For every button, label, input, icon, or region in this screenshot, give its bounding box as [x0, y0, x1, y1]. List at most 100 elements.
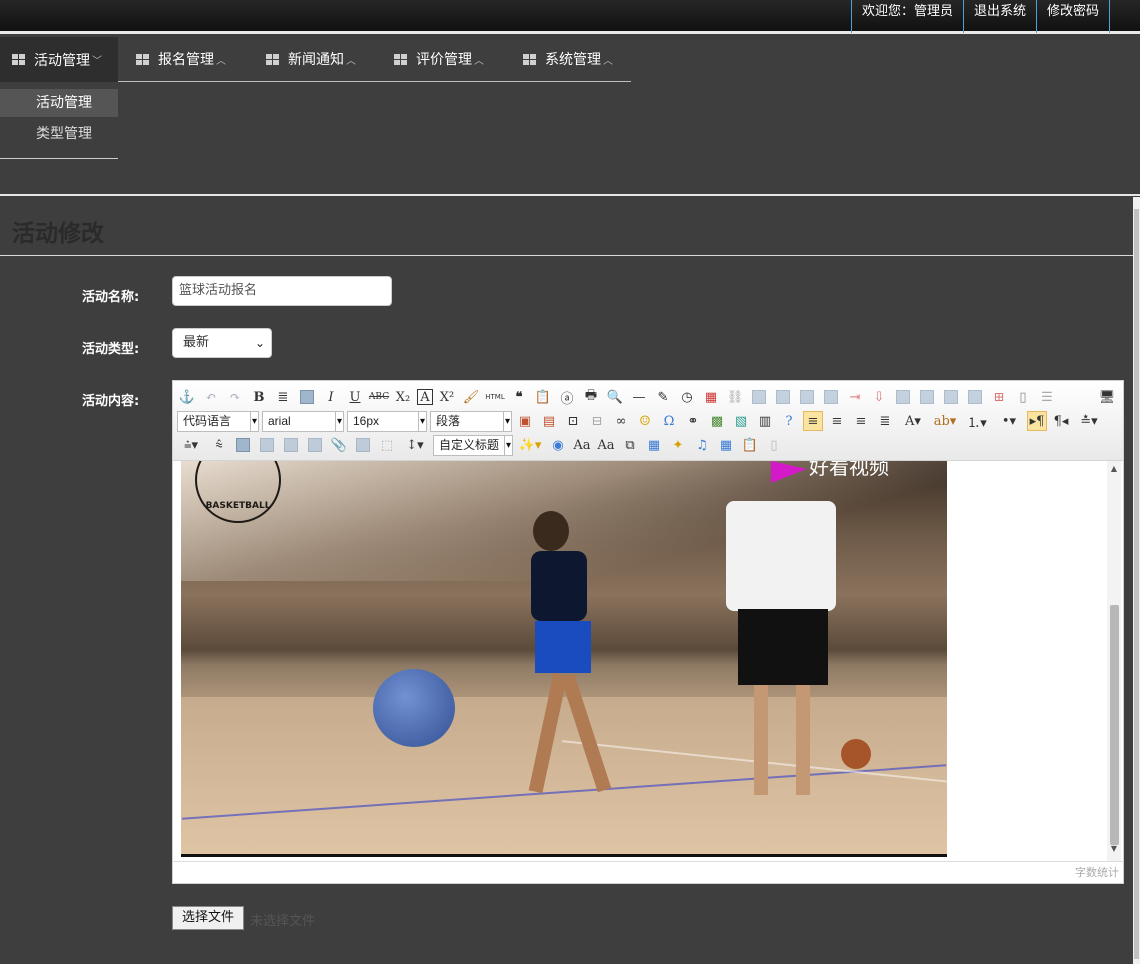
indent-icon[interactable]: ≣ — [273, 387, 293, 407]
editor-content[interactable]: BASKETBALL 好看视频 — [173, 461, 1123, 861]
activity-type-select[interactable]: 最新 ⌄ — [172, 328, 272, 358]
fullscreen-icon[interactable]: 🖥 — [1097, 387, 1117, 407]
paragraph-dropdown[interactable]: 段落 — [430, 410, 512, 432]
preview-icon[interactable]: 🔍 — [605, 387, 625, 407]
split-rows-icon[interactable]: ⊞ — [989, 387, 1009, 407]
video-icon[interactable]: ▥ — [755, 411, 775, 431]
rtl-icon[interactable]: ¶◂ — [1051, 411, 1071, 431]
embedded-video[interactable]: BASKETBALL 好看视频 — [181, 461, 947, 857]
link-icon[interactable]: ∞ — [611, 411, 631, 431]
merge-down-icon[interactable]: ⇥ — [845, 387, 865, 407]
submenu-item-activity[interactable]: 活动管理 — [0, 89, 118, 117]
table-prop-icon[interactable] — [893, 387, 913, 407]
ltr-icon[interactable]: ▸¶ — [1027, 411, 1047, 431]
nav-news[interactable]: 新闻通知 ︿ — [246, 37, 374, 82]
ordered-list-icon[interactable]: ⒈▾ — [963, 411, 991, 431]
music-globe-icon[interactable]: ◉ — [548, 435, 568, 455]
upper-case-icon[interactable]: Aa — [572, 435, 592, 455]
multi-image-icon[interactable]: ▤ — [539, 411, 559, 431]
magic-wand-icon[interactable]: ✨▾ — [516, 435, 544, 455]
insert-frame-icon[interactable] — [297, 387, 317, 407]
scrollbar-thumb[interactable] — [1110, 605, 1119, 845]
nav-signup[interactable]: 报名管理 ︿ — [118, 37, 246, 82]
change-password-link[interactable]: 修改密码 — [1035, 0, 1110, 33]
image-none-icon[interactable] — [233, 435, 253, 455]
page-break-icon[interactable]: ▯ — [1013, 387, 1033, 407]
paste-text-icon[interactable]: 📋 — [533, 387, 553, 407]
merge-cells-icon[interactable] — [797, 387, 817, 407]
line-height-icon[interactable]: ≛▾ — [1075, 411, 1103, 431]
activity-name-input[interactable]: 篮球活动报名 — [172, 276, 392, 306]
page-scrollbar[interactable] — [1133, 197, 1140, 964]
nav-review[interactable]: 评价管理 ︿ — [374, 37, 503, 82]
highlight-color-icon[interactable]: ab▾ — [931, 411, 959, 431]
image-right-icon[interactable] — [281, 435, 301, 455]
redo-icon[interactable]: ↷ — [225, 387, 245, 407]
horizontal-rule-icon[interactable]: — — [629, 387, 649, 407]
choose-file-button[interactable]: 选择文件 — [172, 906, 244, 930]
snapscreen-icon[interactable]: ⬚ — [377, 435, 397, 455]
scrawl-icon[interactable]: ⊟ — [587, 411, 607, 431]
date-icon[interactable]: ▦ — [701, 387, 721, 407]
submenu-item-type[interactable]: 类型管理 — [0, 120, 118, 148]
page-scrollbar-thumb[interactable] — [1134, 209, 1139, 959]
delete-col-icon[interactable] — [941, 387, 961, 407]
table-icon[interactable]: ▦ — [716, 435, 736, 455]
insert-row-above-icon[interactable] — [749, 387, 769, 407]
clean-format-icon[interactable]: ✦ — [668, 435, 688, 455]
quote-icon[interactable]: ❝ — [509, 387, 529, 407]
image-icon[interactable]: ▣ — [515, 411, 535, 431]
logout-link[interactable]: 退出系统 — [962, 0, 1037, 33]
word-count[interactable]: 字数统计 — [173, 861, 1123, 883]
custom-title-dropdown[interactable]: 自定义标题 — [433, 434, 513, 456]
split-cells-icon[interactable]: ⇩ — [869, 387, 889, 407]
select-all-icon[interactable]: ⓐ — [557, 387, 577, 407]
delete-table-icon[interactable] — [965, 387, 985, 407]
editor-scrollbar[interactable]: ▲ ▼ — [1107, 461, 1121, 861]
align-justify-icon[interactable]: ≣ — [875, 411, 895, 431]
gmap-icon[interactable]: ▧ — [731, 411, 751, 431]
align-center-icon[interactable]: ≡ — [851, 411, 871, 431]
anchor-icon[interactable]: ⚓ — [177, 387, 197, 407]
toc-icon[interactable]: ☰ — [1037, 387, 1057, 407]
subscript-icon[interactable]: X₂ — [393, 387, 413, 407]
paste-plain-icon[interactable]: 📋 — [740, 435, 760, 455]
eraser-icon[interactable]: ✎ — [653, 387, 673, 407]
merge-right-icon[interactable] — [821, 387, 841, 407]
search-replace-icon[interactable]: ⚭ — [683, 411, 703, 431]
code-language-dropdown[interactable]: 代码语言 — [177, 410, 259, 432]
attachment-icon[interactable]: 📎 — [329, 435, 349, 455]
insert-col-icon[interactable] — [773, 387, 793, 407]
special-char-icon[interactable]: Ω — [659, 411, 679, 431]
font-size-dropdown[interactable]: 16px — [347, 410, 427, 432]
help-icon[interactable]: ? — [779, 411, 799, 431]
map-icon[interactable]: ▩ — [707, 411, 727, 431]
unlink-icon[interactable]: ⛓ — [725, 387, 745, 407]
italic-icon[interactable]: I — [321, 387, 341, 407]
scroll-up-icon[interactable]: ▲ — [1107, 463, 1121, 475]
font-family-dropdown[interactable]: arial — [262, 410, 344, 432]
undo-icon[interactable]: ↶ — [201, 387, 221, 407]
line-height-2-icon[interactable]: ↕▾ — [401, 435, 429, 455]
template-icon[interactable]: ⧉ — [620, 435, 640, 455]
music-icon[interactable]: ♫ — [692, 435, 712, 455]
image-center-icon[interactable] — [305, 435, 325, 455]
time-icon[interactable]: ◷ — [677, 387, 697, 407]
superscript-icon[interactable]: X² — [437, 387, 457, 407]
nav-activity[interactable]: 活动管理 ﹀ — [0, 37, 118, 82]
font-color-icon[interactable]: A▾ — [899, 411, 927, 431]
insert-frame-2-icon[interactable] — [353, 435, 373, 455]
unordered-list-icon[interactable]: •▾ — [995, 411, 1023, 431]
html-icon[interactable]: HTML — [485, 387, 505, 407]
align-left-icon[interactable]: ≡ — [803, 411, 823, 431]
lower-case-icon[interactable]: Aa — [596, 435, 616, 455]
background-icon[interactable]: ▦ — [644, 435, 664, 455]
print-icon[interactable]: 🖶 — [581, 387, 601, 407]
bold-icon[interactable]: B — [249, 387, 269, 407]
drafts-icon[interactable]: ▯ — [764, 435, 784, 455]
delete-row-icon[interactable] — [917, 387, 937, 407]
scroll-down-icon[interactable]: ▼ — [1107, 843, 1121, 855]
emotion-icon[interactable]: ☺ — [635, 411, 655, 431]
row-spacing-bottom-icon[interactable]: ⩯ — [209, 435, 229, 455]
search-image-icon[interactable]: ⊡ — [563, 411, 583, 431]
